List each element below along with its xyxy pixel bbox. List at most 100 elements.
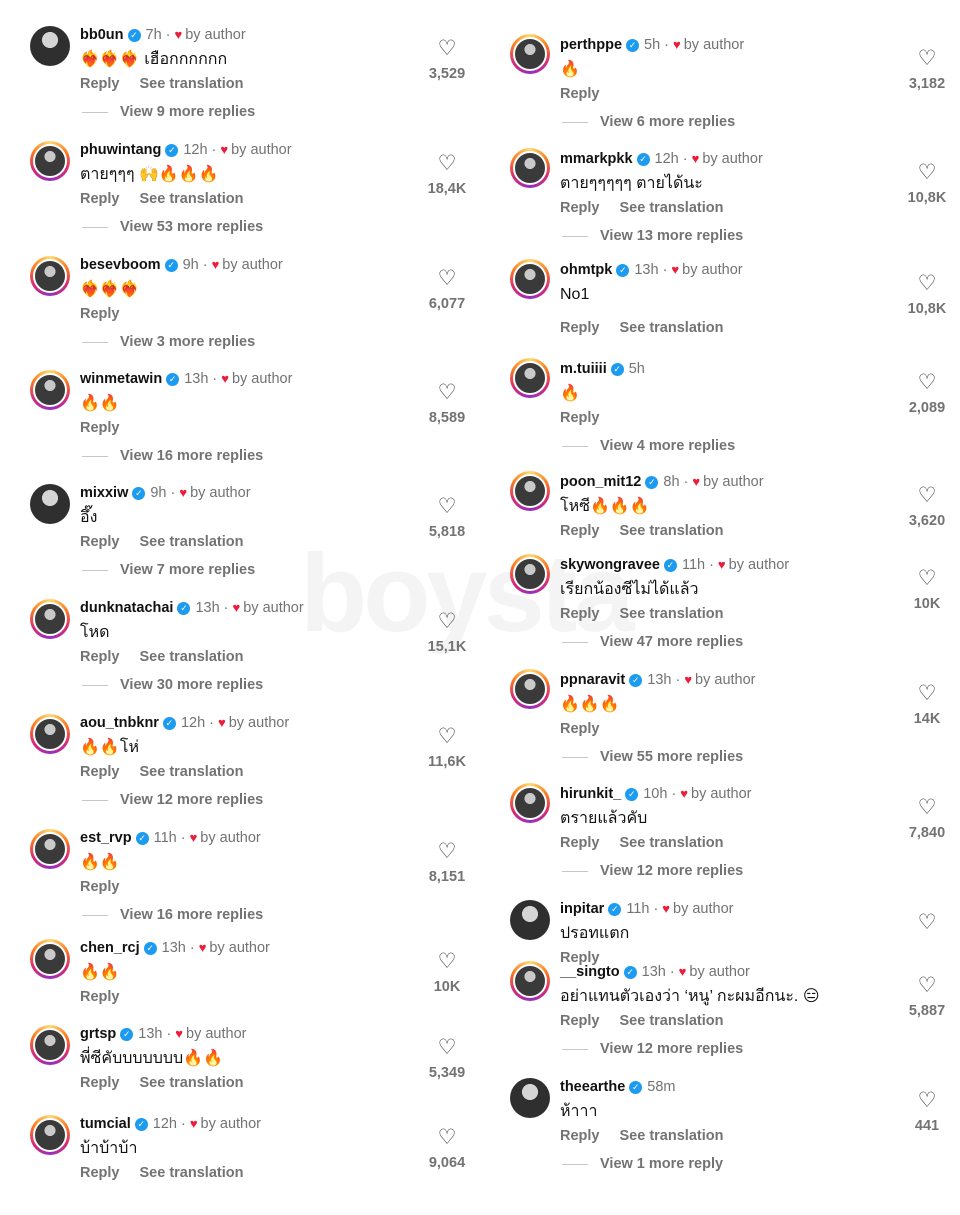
username[interactable]: hirunkit_ [560, 785, 621, 803]
heart-outline-icon[interactable]: ♡ [415, 1127, 479, 1149]
reply-button[interactable]: Reply [80, 1165, 120, 1181]
reply-button[interactable]: Reply [560, 1013, 600, 1029]
see-translation-button[interactable]: See translation [140, 534, 244, 550]
reply-button[interactable]: Reply [80, 76, 120, 92]
see-translation-button[interactable]: See translation [620, 1128, 724, 1144]
see-translation-button[interactable]: See translation [140, 76, 244, 92]
username[interactable]: mmarkpkk [560, 150, 633, 168]
reply-button[interactable]: Reply [560, 606, 600, 622]
avatar[interactable] [510, 669, 550, 709]
heart-outline-icon[interactable]: ♡ [415, 268, 479, 290]
avatar[interactable] [30, 939, 70, 979]
reply-button[interactable]: Reply [560, 523, 600, 539]
heart-outline-icon[interactable]: ♡ [895, 372, 959, 394]
avatar[interactable] [30, 141, 70, 181]
heart-outline-icon[interactable]: ♡ [415, 153, 479, 175]
username[interactable]: __singto [560, 963, 620, 981]
reply-button[interactable]: Reply [80, 534, 120, 550]
heart-outline-icon[interactable]: ♡ [895, 1090, 959, 1112]
view-more-replies-button[interactable]: View 12 more replies [562, 863, 743, 879]
view-more-replies-button[interactable]: View 55 more replies [562, 749, 743, 765]
avatar[interactable] [510, 358, 550, 398]
username[interactable]: mixxiw [80, 484, 128, 502]
heart-outline-icon[interactable]: ♡ [895, 162, 959, 184]
avatar[interactable] [30, 484, 70, 524]
username[interactable]: chen_rcj [80, 939, 140, 957]
view-more-replies-button[interactable]: View 9 more replies [82, 104, 255, 120]
see-translation-button[interactable]: See translation [620, 606, 724, 622]
username[interactable]: aou_tnbknr [80, 714, 159, 732]
see-translation-button[interactable]: See translation [620, 320, 724, 336]
avatar[interactable] [30, 370, 70, 410]
avatar[interactable] [510, 961, 550, 1001]
heart-outline-icon[interactable]: ♡ [415, 382, 479, 404]
reply-button[interactable]: Reply [560, 86, 600, 102]
avatar[interactable] [510, 554, 550, 594]
see-translation-button[interactable]: See translation [620, 523, 724, 539]
avatar[interactable] [510, 471, 550, 511]
username[interactable]: winmetawin [80, 370, 162, 388]
avatar[interactable] [510, 148, 550, 188]
username[interactable]: grtsp [80, 1025, 116, 1043]
heart-outline-icon[interactable]: ♡ [895, 683, 959, 705]
reply-button[interactable]: Reply [80, 1075, 120, 1091]
view-more-replies-button[interactable]: View 12 more replies [82, 792, 263, 808]
avatar[interactable] [30, 256, 70, 296]
heart-outline-icon[interactable]: ♡ [895, 48, 959, 70]
see-translation-button[interactable]: See translation [620, 200, 724, 216]
heart-outline-icon[interactable]: ♡ [415, 38, 479, 60]
username[interactable]: theearthe [560, 1078, 625, 1096]
reply-button[interactable]: Reply [560, 835, 600, 851]
reply-button[interactable]: Reply [80, 649, 120, 665]
see-translation-button[interactable]: See translation [140, 764, 244, 780]
avatar[interactable] [30, 829, 70, 869]
view-more-replies-button[interactable]: View 3 more replies [82, 334, 255, 350]
avatar[interactable] [30, 1025, 70, 1065]
view-more-replies-button[interactable]: View 16 more replies [82, 448, 263, 464]
username[interactable]: dunknatachai [80, 599, 173, 617]
heart-outline-icon[interactable]: ♡ [415, 726, 479, 748]
see-translation-button[interactable]: See translation [620, 835, 724, 851]
avatar[interactable] [30, 714, 70, 754]
see-translation-button[interactable]: See translation [140, 1075, 244, 1091]
username[interactable]: m.tuiiii [560, 360, 607, 378]
reply-button[interactable]: Reply [80, 764, 120, 780]
reply-button[interactable]: Reply [560, 721, 600, 737]
reply-button[interactable]: Reply [560, 1128, 600, 1144]
view-more-replies-button[interactable]: View 13 more replies [562, 228, 743, 244]
reply-button[interactable]: Reply [560, 200, 600, 216]
view-more-replies-button[interactable]: View 6 more replies [562, 114, 735, 130]
username[interactable]: bb0un [80, 26, 124, 44]
heart-outline-icon[interactable]: ♡ [415, 611, 479, 633]
view-more-replies-button[interactable]: View 16 more replies [82, 907, 263, 923]
view-more-replies-button[interactable]: View 1 more reply [562, 1156, 723, 1172]
avatar[interactable] [510, 34, 550, 74]
avatar[interactable] [510, 783, 550, 823]
heart-outline-icon[interactable]: ♡ [895, 797, 959, 819]
avatar[interactable] [510, 1078, 550, 1118]
username[interactable]: ohmtpk [560, 261, 612, 279]
username[interactable]: ppnaravit [560, 671, 625, 689]
see-translation-button[interactable]: See translation [140, 649, 244, 665]
heart-outline-icon[interactable]: ♡ [415, 951, 479, 973]
heart-outline-icon[interactable]: ♡ [415, 1037, 479, 1059]
heart-outline-icon[interactable]: ♡ [895, 568, 959, 590]
username[interactable]: skywongravee [560, 556, 660, 574]
view-more-replies-button[interactable]: View 12 more replies [562, 1041, 743, 1057]
heart-outline-icon[interactable]: ♡ [895, 975, 959, 997]
view-more-replies-button[interactable]: View 4 more replies [562, 438, 735, 454]
username[interactable]: phuwintang [80, 141, 161, 159]
avatar[interactable] [30, 1115, 70, 1155]
reply-button[interactable]: Reply [80, 879, 120, 895]
heart-outline-icon[interactable]: ♡ [415, 841, 479, 863]
username[interactable]: perthppe [560, 36, 622, 54]
view-more-replies-button[interactable]: View 7 more replies [82, 562, 255, 578]
username[interactable]: besevboom [80, 256, 161, 274]
username[interactable]: poon_mit12 [560, 473, 641, 491]
username[interactable]: est_rvp [80, 829, 132, 847]
reply-button[interactable]: Reply [560, 410, 600, 426]
reply-button[interactable]: Reply [80, 989, 120, 1005]
avatar[interactable] [510, 259, 550, 299]
reply-button[interactable]: Reply [560, 320, 600, 336]
reply-button[interactable]: Reply [80, 306, 120, 322]
